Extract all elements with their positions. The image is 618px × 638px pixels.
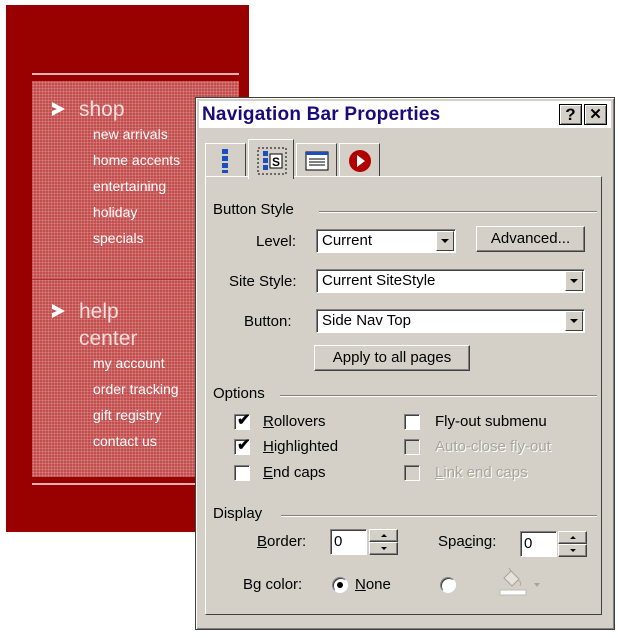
group-divider xyxy=(280,395,597,397)
nav-link-gift-registry[interactable]: gift registry xyxy=(93,407,161,424)
auto-close-flyout-label: Auto-close fly-out xyxy=(435,438,551,455)
tab-page-layout[interactable] xyxy=(296,143,337,176)
level-select[interactable]: Current xyxy=(316,229,456,253)
spin-up-icon[interactable] xyxy=(369,529,398,542)
flyout-submenu-label[interactable]: Fly-out submenu xyxy=(435,413,547,431)
bg-color-label: Bg color: xyxy=(243,576,303,593)
spacing-label: Spacing: xyxy=(438,533,497,550)
navigation-bar-properties-dialog: Navigation Bar Properties ? ✕ S Button S… xyxy=(195,97,615,630)
close-icon: ✕ xyxy=(589,106,602,123)
checkmark-icon: ✔ xyxy=(237,437,251,454)
question-mark-icon: ? xyxy=(565,105,576,124)
group-divider xyxy=(281,515,597,517)
options-group-label: Options xyxy=(213,385,265,402)
rollovers-label[interactable]: Rollovers xyxy=(263,413,326,431)
button-select[interactable]: Side Nav Top xyxy=(316,309,585,333)
spacing-input[interactable]: 0 xyxy=(520,531,557,557)
style-icon: S xyxy=(257,147,287,175)
nav-link-entertaining[interactable]: entertaining xyxy=(93,178,166,195)
nav-heading-help[interactable]: help xyxy=(52,300,119,324)
link-end-caps-checkbox xyxy=(404,465,420,481)
close-button[interactable]: ✕ xyxy=(584,104,607,125)
border-input[interactable]: 0 xyxy=(330,529,367,555)
page-icon xyxy=(305,151,329,171)
spin-up-icon[interactable] xyxy=(558,531,587,544)
tab-style[interactable]: S xyxy=(248,139,294,179)
bg-color-none-label[interactable]: None xyxy=(355,576,391,594)
help-button[interactable]: ? xyxy=(559,104,582,125)
spin-down-icon[interactable] xyxy=(369,542,398,555)
button-label: Button: xyxy=(244,313,292,330)
nav-link-contact-us[interactable]: contact us xyxy=(93,433,157,450)
chevron-down-icon[interactable] xyxy=(565,271,583,291)
link-end-caps-label: Link end caps xyxy=(435,464,528,481)
border-spinner[interactable] xyxy=(369,529,398,555)
nav-link-home-accents[interactable]: home accents xyxy=(93,152,180,169)
record-icon xyxy=(349,150,371,172)
nav-heading-shop[interactable]: shop xyxy=(52,98,125,122)
spacing-spinner[interactable] xyxy=(558,531,587,557)
border-label: Border: xyxy=(257,533,307,550)
display-group-label: Display xyxy=(213,505,263,522)
site-style-select[interactable]: Current SiteStyle xyxy=(316,269,585,293)
nav-link-specials[interactable]: specials xyxy=(93,230,144,247)
level-label: Level: xyxy=(256,233,297,250)
paint-bucket-icon xyxy=(499,567,540,596)
bg-color-custom-radio[interactable] xyxy=(440,577,456,593)
tab-vertical-bars[interactable] xyxy=(205,143,246,176)
nav-link-order-tracking[interactable]: order tracking xyxy=(93,381,179,398)
dialog-title: Navigation Bar Properties xyxy=(202,104,441,125)
spin-down-icon[interactable] xyxy=(558,544,587,557)
nav-link-new-arrivals[interactable]: new arrivals xyxy=(93,126,168,143)
highlighted-checkbox[interactable]: ✔ xyxy=(234,437,251,455)
advanced-button[interactable]: Advanced... xyxy=(476,226,585,252)
end-caps-label[interactable]: End caps xyxy=(263,464,326,482)
button-style-group-label: Button Style xyxy=(213,201,294,218)
chevron-down-icon[interactable] xyxy=(565,311,583,331)
auto-close-flyout-checkbox xyxy=(404,439,420,455)
arrow-bullet-icon xyxy=(52,102,65,116)
bg-color-picker[interactable] xyxy=(496,566,544,600)
apply-to-all-pages-button[interactable]: Apply to all pages xyxy=(314,345,470,371)
highlighted-label[interactable]: Highlighted xyxy=(263,438,338,456)
tab-actions[interactable] xyxy=(339,143,380,176)
nav-link-holiday[interactable]: holiday xyxy=(93,204,137,221)
group-divider xyxy=(319,211,597,213)
title-bar[interactable]: Navigation Bar Properties ? ✕ xyxy=(199,101,611,128)
rollovers-checkbox[interactable]: ✔ xyxy=(234,412,251,430)
flyout-submenu-checkbox[interactable] xyxy=(404,414,420,430)
svg-text:S: S xyxy=(272,155,280,169)
bg-color-none-radio[interactable] xyxy=(332,577,348,593)
site-style-label: Site Style: xyxy=(229,273,297,290)
nav-divider xyxy=(32,73,239,75)
checkmark-icon: ✔ xyxy=(237,412,251,429)
vertical-bars-icon xyxy=(222,149,228,173)
nav-link-my-account[interactable]: my account xyxy=(93,355,165,372)
end-caps-checkbox[interactable] xyxy=(234,465,250,481)
chevron-down-icon[interactable] xyxy=(436,231,454,251)
nav-heading-help-line2[interactable]: center xyxy=(79,327,137,351)
arrow-bullet-icon xyxy=(52,304,65,318)
